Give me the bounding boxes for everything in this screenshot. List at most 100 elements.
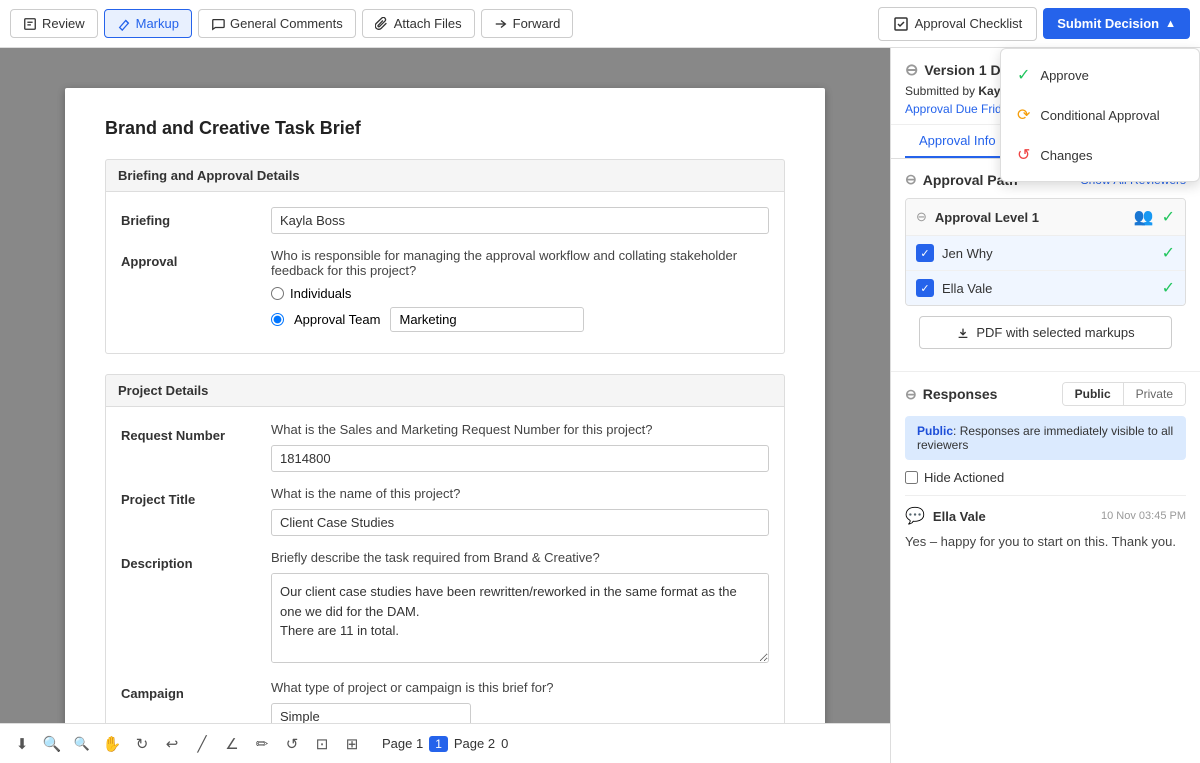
pdf-button[interactable]: PDF with selected markups xyxy=(919,316,1172,349)
approval-team-option[interactable]: Approval Team xyxy=(271,307,769,332)
version-collapse-icon[interactable]: ⊖ xyxy=(905,60,918,80)
comment-ella: 💬 Ella Vale 10 Nov 03:45 PM Yes – happy … xyxy=(905,495,1186,562)
general-comments-button[interactable]: General Comments xyxy=(198,9,356,38)
section-briefing-body: Briefing Approval Who is responsible for… xyxy=(105,192,785,354)
undo-icon[interactable]: ↩ xyxy=(162,734,182,754)
comment-author: Ella Vale xyxy=(933,509,1093,524)
bottom-toolbar: ⬇ 🔍 🔍 ✋ ↻ ↩ ╱ ∠ ✏ ↺ ⊡ ⊞ Page 1 1 Page 2 … xyxy=(0,723,890,763)
reviewer-row-ella: ✓ Ella Vale ✓ xyxy=(906,271,1185,305)
approval-question: Who is responsible for managing the appr… xyxy=(271,248,769,278)
submit-decision-button[interactable]: Submit Decision ▲ xyxy=(1043,8,1190,39)
request-number-input[interactable] xyxy=(271,445,769,472)
version-title-text: Version 1 De xyxy=(924,62,1008,78)
document-paper: Brand and Creative Task Brief Briefing a… xyxy=(65,88,825,743)
jen-why-name: Jen Why xyxy=(942,246,1154,261)
comment-time: 10 Nov 03:45 PM xyxy=(1101,510,1186,522)
approval-level-header: ⊖ Approval Level 1 👥 ✓ xyxy=(906,199,1185,236)
conditional-approval-option[interactable]: ⟳ Conditional Approval xyxy=(1001,95,1199,135)
approval-checklist-button[interactable]: Approval Checklist xyxy=(878,7,1038,41)
section-project-header: Project Details xyxy=(105,374,785,407)
document-area: Brand and Creative Task Brief Briefing a… xyxy=(0,48,890,763)
page-indicator: Page 1 1 Page 2 0 xyxy=(382,736,508,752)
responses-minus-icon[interactable]: ⊖ xyxy=(905,386,917,403)
individuals-option[interactable]: Individuals xyxy=(271,286,769,301)
field-description: Description Briefly describe the task re… xyxy=(121,550,769,666)
public-info-text: : Responses are immediately visible to a… xyxy=(917,424,1173,452)
hand-icon[interactable]: ✋ xyxy=(102,734,122,754)
reviewer-row-jen: ✓ Jen Why ✓ xyxy=(906,236,1185,271)
top-toolbar: Review Markup General Comments Attach Fi… xyxy=(0,0,1200,48)
page2-label: Page 2 xyxy=(454,736,495,751)
campaign-question: What type of project or campaign is this… xyxy=(271,680,769,695)
document-wrapper[interactable]: Brand and Creative Task Brief Briefing a… xyxy=(30,68,860,743)
review-button[interactable]: Review xyxy=(10,9,98,38)
page2-num: 0 xyxy=(501,736,508,751)
crop-icon[interactable]: ⊡ xyxy=(312,734,332,754)
hide-actioned-row: Hide Actioned xyxy=(905,470,1186,485)
section-briefing-header: Briefing and Approval Details xyxy=(105,159,785,192)
group-icon: 👥 xyxy=(1134,207,1154,227)
approval-path-minus-icon[interactable]: ⊖ xyxy=(905,171,917,188)
individuals-label: Individuals xyxy=(290,286,351,301)
section-project-body: Request Number What is the Sales and Mar… xyxy=(105,407,785,743)
approve-icon: ✓ xyxy=(1017,65,1030,85)
description-content: Briefly describe the task required from … xyxy=(271,550,769,666)
jen-approved-icon: ✓ xyxy=(1162,243,1175,263)
approval-label: Approval xyxy=(121,248,271,269)
conditional-approval-icon: ⟳ xyxy=(1017,105,1030,125)
individuals-radio[interactable] xyxy=(271,287,284,300)
description-label: Description xyxy=(121,550,271,571)
approval-level-title: Approval Level 1 xyxy=(935,210,1126,225)
approval-level: ⊖ Approval Level 1 👥 ✓ ✓ Jen Why ✓ ✓ Ell… xyxy=(905,198,1186,306)
approval-team-label: Approval Team xyxy=(294,312,380,327)
ella-check-box: ✓ xyxy=(916,279,934,297)
ella-approved-icon: ✓ xyxy=(1162,278,1175,298)
changes-option[interactable]: ↺ Changes xyxy=(1001,135,1199,175)
campaign-label: Campaign xyxy=(121,680,271,701)
grid-icon[interactable]: ⊞ xyxy=(342,734,362,754)
line-icon[interactable]: ╱ xyxy=(192,734,212,754)
public-info-box: Public: Responses are immediately visibl… xyxy=(905,416,1186,460)
field-project-title: Project Title What is the name of this p… xyxy=(121,486,769,536)
field-briefing: Briefing xyxy=(121,207,769,234)
page1-label: Page 1 xyxy=(382,736,423,751)
rotate-icon[interactable]: ↻ xyxy=(132,734,152,754)
submit-decision-dropdown: ✓ Approve ⟳ Conditional Approval ↺ Chang… xyxy=(1000,48,1200,182)
approval-team-radio[interactable] xyxy=(271,313,284,326)
download-icon[interactable]: ⬇ xyxy=(12,734,32,754)
approval-team-input[interactable] xyxy=(390,307,584,332)
hide-actioned-checkbox[interactable] xyxy=(905,471,918,484)
request-number-question: What is the Sales and Marketing Request … xyxy=(271,422,769,437)
project-title-content: What is the name of this project? xyxy=(271,486,769,536)
markup-button[interactable]: Markup xyxy=(104,9,192,38)
refresh-icon[interactable]: ↺ xyxy=(282,734,302,754)
ella-vale-name: Ella Vale xyxy=(942,281,1154,296)
project-title-input[interactable] xyxy=(271,509,769,536)
briefing-input[interactable] xyxy=(271,207,769,234)
pen-icon[interactable]: ✏ xyxy=(252,734,272,754)
description-question: Briefly describe the task required from … xyxy=(271,550,769,565)
angle-icon[interactable]: ∠ xyxy=(222,734,242,754)
changes-icon: ↺ xyxy=(1017,145,1030,165)
briefing-label: Briefing xyxy=(121,207,271,228)
approval-path-section: ⊖ Approval Path Show All Reviewers ⊖ App… xyxy=(891,159,1200,371)
zoom-in-icon[interactable]: 🔍 xyxy=(42,734,62,754)
private-toggle-button[interactable]: Private xyxy=(1124,383,1185,405)
jen-check-box: ✓ xyxy=(916,244,934,262)
forward-button[interactable]: Forward xyxy=(481,9,574,38)
comment-text: Yes – happy for you to start on this. Th… xyxy=(905,532,1186,552)
public-toggle-button[interactable]: Public xyxy=(1063,383,1124,405)
approval-content: Who is responsible for managing the appr… xyxy=(271,248,769,338)
page1-badge: 1 xyxy=(429,736,448,752)
tab-approval-info[interactable]: Approval Info xyxy=(905,125,1010,158)
description-textarea[interactable]: Our client case studies have been rewrit… xyxy=(271,573,769,663)
level-collapse-icon[interactable]: ⊖ xyxy=(916,209,927,225)
responses-title: ⊖ Responses xyxy=(905,386,1052,403)
briefing-content xyxy=(271,207,769,234)
attach-files-button[interactable]: Attach Files xyxy=(362,9,475,38)
responses-header: ⊖ Responses Public Private xyxy=(905,382,1186,406)
comment-header: 💬 Ella Vale 10 Nov 03:45 PM xyxy=(905,506,1186,526)
zoom-out-icon[interactable]: 🔍 xyxy=(72,734,92,754)
approve-option[interactable]: ✓ Approve xyxy=(1001,55,1199,95)
responses-section: ⊖ Responses Public Private Public: Respo… xyxy=(891,371,1200,572)
